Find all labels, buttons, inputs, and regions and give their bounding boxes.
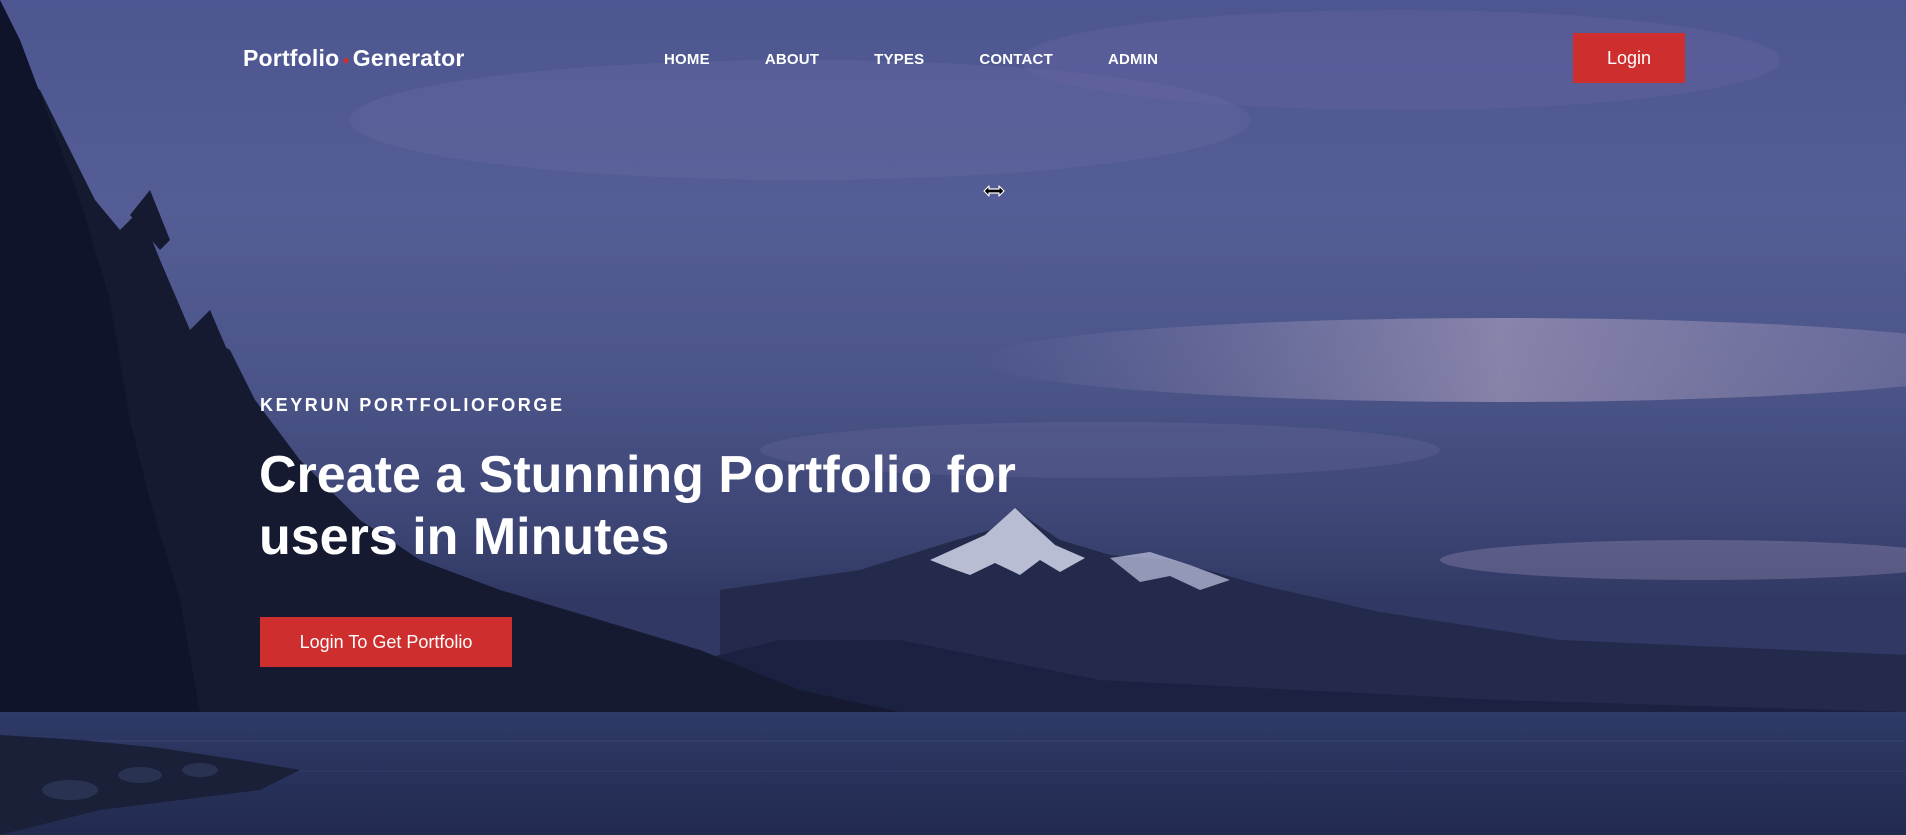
resize-horizontal-icon <box>983 185 1005 197</box>
brand-name-left: Portfolio <box>243 45 340 71</box>
nav-about[interactable]: ABOUT <box>765 51 819 68</box>
hero-headline-line1: Create a Stunning Portfolio for <box>259 446 1016 504</box>
hero-headline-line2: users in Minutes <box>259 508 670 566</box>
hero-kicker: KEYRUN PORTFOLIOFORGE <box>260 395 565 415</box>
brand-logo[interactable]: Portfolio ● Generator <box>243 45 465 72</box>
nav-admin[interactable]: ADMIN <box>1108 51 1158 68</box>
brand-name-right: Generator <box>352 45 465 71</box>
nav-contact[interactable]: CONTACT <box>979 51 1053 68</box>
hero-section: Portfolio ● Generator HOME ABOUT TYPES CON… <box>0 0 1906 835</box>
main-nav: HOME ABOUT TYPES CONTACT ADMIN <box>664 51 1213 68</box>
nav-home[interactable]: HOME <box>664 51 710 68</box>
login-button[interactable]: Login <box>1573 33 1685 83</box>
hero-headline: Create a Stunning Portfolio for users in… <box>259 444 1179 568</box>
brand-separator-dot: ● <box>342 52 350 67</box>
nav-types[interactable]: TYPES <box>874 51 924 68</box>
background-landscape-image <box>0 0 1906 835</box>
login-to-get-portfolio-button[interactable]: Login To Get Portfolio <box>260 617 512 667</box>
